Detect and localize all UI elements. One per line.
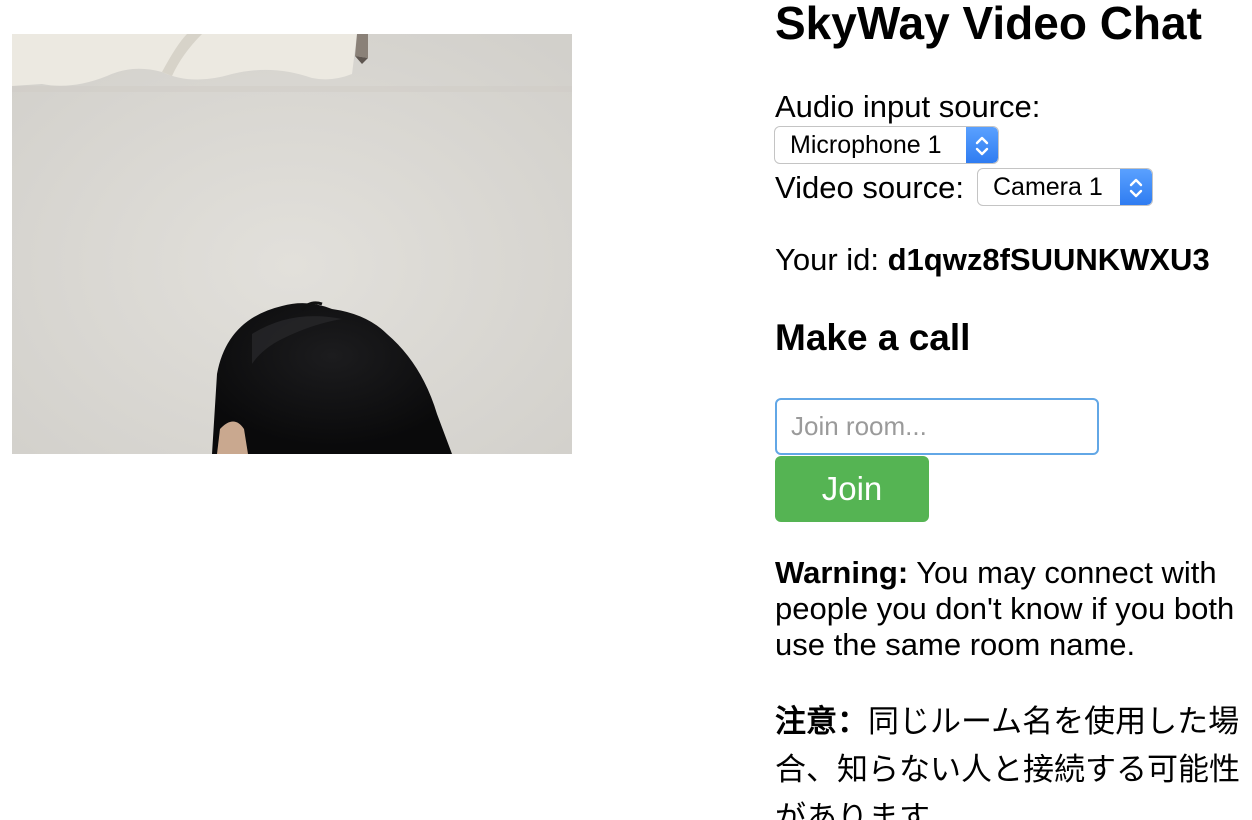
camera-preview-image: [12, 34, 572, 454]
video-source-select[interactable]: Camera 1: [977, 168, 1153, 206]
join-button[interactable]: Join: [775, 456, 929, 522]
audio-source-value: Microphone 1: [790, 131, 942, 159]
app-page: SkyWay Video Chat Audio input source: Mi…: [0, 0, 1252, 820]
audio-source-label: Audio input source:: [775, 89, 1041, 124]
select-arrows-icon: [966, 127, 998, 163]
peer-id-line: Your id: d1qwz8fSUUNKWXU3: [775, 242, 1210, 278]
make-call-heading: Make a call: [775, 317, 971, 358]
video-source-label: Video source:: [775, 170, 964, 205]
room-name-input[interactable]: [775, 398, 1099, 455]
peer-id-prefix: Your id:: [775, 242, 888, 277]
page-title: SkyWay Video Chat: [775, 0, 1202, 49]
warning-english: Warning: You may connect with people you…: [775, 555, 1252, 663]
peer-id-value: d1qwz8fSUUNKWXU3: [887, 242, 1210, 277]
audio-source-select[interactable]: Microphone 1: [774, 126, 999, 164]
warning-japanese: 注意：同じルーム名を使用した場合、知らない人と接続する可能性があります。: [775, 698, 1252, 820]
select-arrows-icon: [1120, 169, 1152, 205]
warning-label-ja: 注意：: [775, 704, 868, 739]
warning-label: Warning:: [775, 555, 909, 590]
local-video: [12, 34, 572, 454]
video-source-value: Camera 1: [993, 173, 1103, 201]
